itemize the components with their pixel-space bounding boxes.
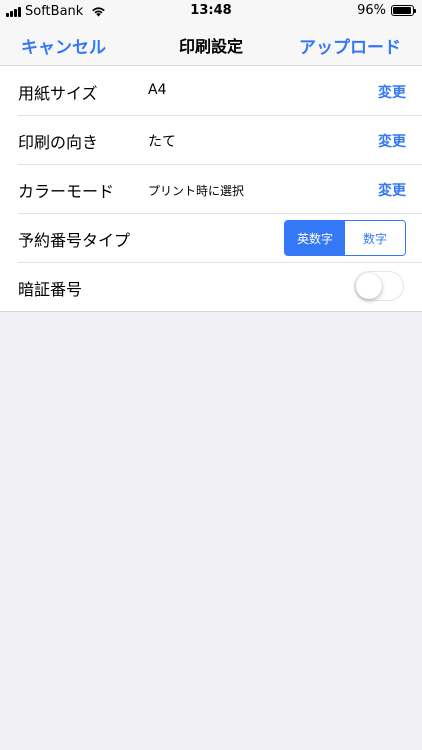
reservation-type-row: 予約番号タイプ 英数字 数字 — [0, 213, 422, 262]
settings-list: 用紙サイズ A4 変更 印刷の向き たて 変更 カラーモード プリント時に選択 … — [0, 66, 422, 312]
toggle-knob — [356, 273, 382, 299]
status-right: 96% — [357, 3, 416, 18]
color-mode-row: カラーモード プリント時に選択 変更 — [0, 164, 422, 213]
reservation-type-label: 予約番号タイプ — [18, 231, 131, 250]
orientation-value: たて — [148, 134, 176, 150]
reservation-type-segmented-control: 英数字 数字 — [284, 220, 406, 256]
paper-size-value: A4 — [148, 82, 167, 98]
color-mode-label: カラーモード — [18, 182, 115, 201]
battery-icon — [391, 5, 416, 16]
orientation-change-button[interactable]: 変更 — [378, 131, 406, 151]
color-mode-value: プリント時に選択 — [148, 184, 245, 198]
battery-fill — [393, 7, 412, 14]
battery-percent: 96% — [357, 3, 386, 18]
orientation-row: 印刷の向き たて 変更 — [0, 115, 422, 164]
upload-button[interactable]: アップロード — [299, 33, 401, 58]
paper-size-row: 用紙サイズ A4 変更 — [0, 66, 422, 115]
orientation-label: 印刷の向き — [18, 133, 99, 152]
paper-size-label: 用紙サイズ — [18, 84, 98, 103]
pin-label: 暗証番号 — [18, 280, 83, 299]
status-bar: SoftBank 13:48 96% — [0, 0, 422, 22]
pin-toggle[interactable] — [354, 271, 404, 301]
navigation-bar: キャンセル 印刷設定 アップロード — [0, 22, 422, 66]
pin-row: 暗証番号 — [0, 262, 422, 311]
segment-alphanumeric[interactable]: 英数字 — [285, 221, 345, 255]
segment-numeric[interactable]: 数字 — [345, 221, 405, 255]
paper-size-change-button[interactable]: 変更 — [378, 82, 406, 102]
color-mode-change-button[interactable]: 変更 — [378, 180, 406, 200]
